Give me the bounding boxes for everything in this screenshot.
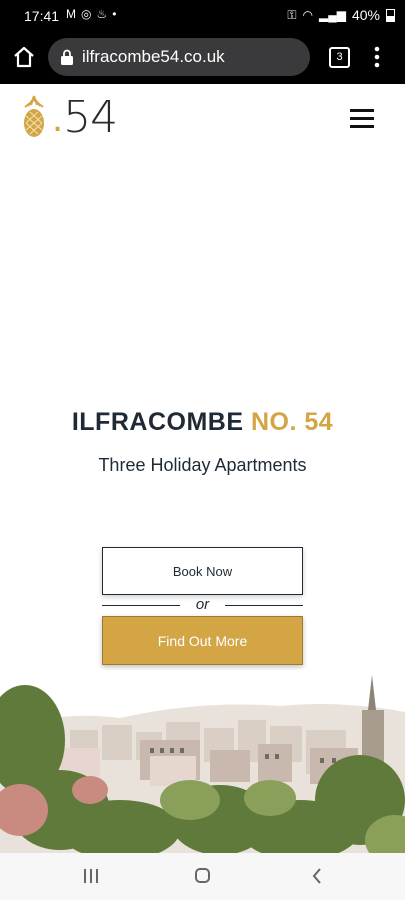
browser-toolbar: ilfracombe54.co.uk 3 — [0, 32, 405, 84]
divider-line-right — [225, 605, 303, 606]
notification-icons: M ◎ ♨ • — [66, 7, 116, 21]
signal-icon: ▂▄▆ — [319, 8, 346, 22]
url-text: ilfracombe54.co.uk — [82, 47, 225, 66]
find-out-more-button[interactable]: Find Out More — [102, 616, 303, 665]
tab-switcher-button[interactable]: 3 — [329, 47, 350, 68]
dot-icon: • — [112, 7, 117, 21]
address-bar[interactable]: ilfracombe54.co.uk — [48, 38, 310, 76]
system-icons: ⚿ ◠ ▂▄▆ 40% — [287, 7, 395, 23]
hero-title-main: ILFRACOMBE — [71, 408, 244, 436]
hero-title-accent: NO. 54 — [250, 408, 334, 436]
or-divider: or — [102, 596, 303, 614]
home-icon[interactable] — [195, 868, 210, 883]
status-time: 17:41 — [24, 8, 60, 24]
key-icon: ⚿ — [287, 7, 297, 22]
status-bar: 17:41 M ◎ ♨ • ⚿ ◠ ▂▄▆ 40% — [0, 0, 405, 32]
notification-icon: ♨ — [96, 7, 108, 21]
recents-icon[interactable] — [83, 869, 99, 883]
wifi-icon: ◠ — [302, 8, 313, 22]
battery-percentage: 40% — [351, 7, 380, 23]
logo-number: 54 — [63, 92, 118, 143]
browser-home-icon[interactable] — [12, 45, 36, 69]
battery-icon — [386, 8, 395, 22]
book-now-button[interactable]: Book Now — [102, 547, 303, 595]
gmail-icon: M — [66, 7, 76, 21]
hamburger-menu-icon[interactable] — [350, 109, 374, 129]
lock-icon — [61, 49, 73, 65]
instagram-icon: ◎ — [81, 7, 92, 21]
town-hero-image — [0, 670, 405, 853]
pineapple-logo-icon — [24, 95, 44, 137]
hero-title: ILFRACOMBE NO. 54 — [0, 408, 405, 437]
android-nav-bar — [0, 853, 405, 900]
logo-dot: . — [52, 96, 64, 140]
hero-subtitle: Three Holiday Apartments — [98, 455, 307, 475]
more-options-icon[interactable] — [372, 45, 382, 69]
site-logo[interactable]: . 54 — [20, 92, 118, 143]
back-icon[interactable] — [311, 868, 323, 884]
site-header: . 54 — [0, 84, 405, 154]
